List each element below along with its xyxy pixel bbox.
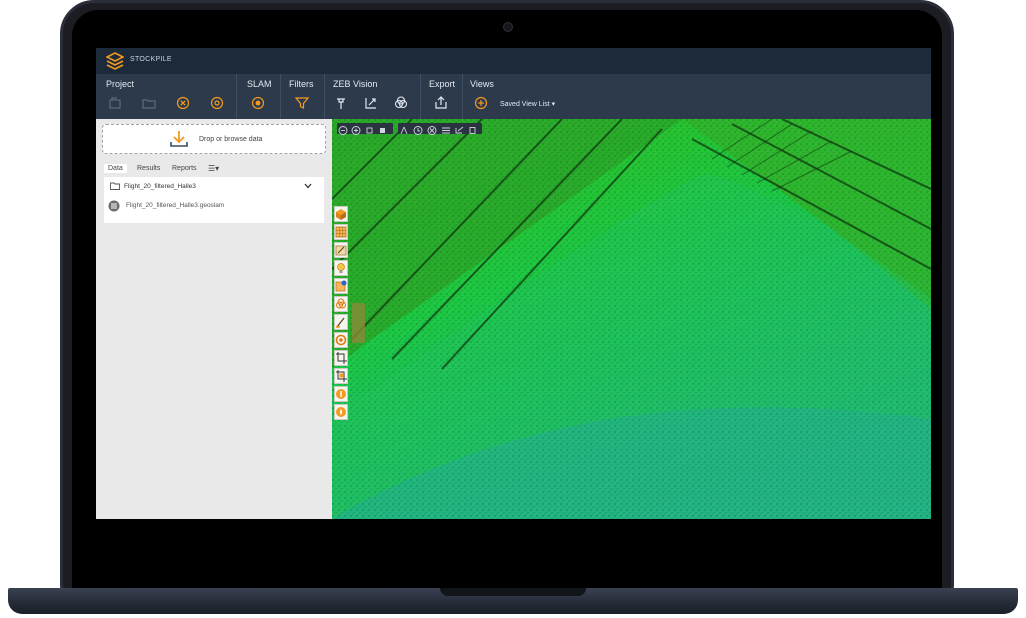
saved-view-label: Saved View List (500, 101, 550, 108)
drop-label: Drop or browse data (199, 136, 263, 143)
crop-colorize-icon[interactable] (364, 96, 378, 110)
tab-reports[interactable]: Reports (172, 165, 197, 172)
view-toolbar (337, 123, 393, 136)
group-title-zeb-vision: ZEB Vision (333, 79, 378, 89)
color-mode-icon[interactable] (334, 296, 348, 312)
slam-process-icon[interactable] (251, 96, 265, 110)
group-title-export: Export (429, 79, 456, 89)
chevron-down-icon: ▾ (551, 101, 556, 108)
ribbon-group-filters: Filters (280, 74, 325, 119)
data-panel: Drop or browse data Data Results Reports… (96, 119, 332, 519)
data-tree: Flight_20_filtered_Halle3 Flight_20_filt… (104, 177, 324, 223)
cube-view-icon[interactable] (334, 206, 348, 222)
tree-file[interactable]: Flight_20_filtered_Halle3.geoslam (126, 202, 224, 209)
measure-tools-icon[interactable] (398, 125, 482, 136)
folder-icon (110, 182, 120, 190)
grid-icon[interactable] (334, 224, 348, 240)
compass-icon[interactable] (334, 404, 348, 420)
open-folder-icon[interactable] (142, 96, 156, 110)
app-window: STOCKPILE Project SLAM Filters ZEB Visio… (96, 48, 931, 519)
ribbon-group-views: Views Saved View List ▾ (462, 74, 931, 119)
measure-toolbar (398, 123, 482, 136)
clip-box-icon[interactable] (334, 278, 348, 294)
chevron-down-icon[interactable] (304, 182, 312, 190)
pointcloud-file-icon (108, 200, 120, 212)
add-view-icon[interactable] (474, 96, 488, 110)
filter-icon[interactable] (295, 96, 309, 110)
crop-icon[interactable] (334, 350, 348, 366)
ribbon-toolbar: Project SLAM Filters ZEB Vision Export V… (96, 74, 931, 119)
ribbon-group-zeb-vision: ZEB Vision (324, 74, 421, 119)
camera (503, 22, 513, 32)
group-title-filters: Filters (289, 79, 314, 89)
stockpile-logo-icon (106, 52, 124, 70)
download-icon (170, 131, 188, 147)
ribbon-group-export: Export (420, 74, 463, 119)
tab-data[interactable]: Data (104, 164, 127, 173)
color-blend-icon[interactable] (394, 96, 408, 110)
export-icon[interactable] (434, 96, 448, 110)
list-menu-icon[interactable]: ☰▾ (208, 164, 219, 173)
zoom-controls-icon[interactable] (337, 125, 393, 136)
app-name: STOCKPILE (130, 56, 172, 63)
title-bar: STOCKPILE (96, 48, 931, 74)
group-title-views: Views (470, 79, 494, 89)
info-icon[interactable] (334, 386, 348, 402)
close-project-icon[interactable] (176, 96, 190, 110)
new-project-icon[interactable] (108, 96, 122, 110)
lightbulb-icon[interactable] (334, 260, 348, 276)
tab-results[interactable]: Results (137, 165, 160, 172)
laptop-notch (440, 588, 586, 596)
saved-view-dropdown[interactable]: Saved View List ▾ (500, 100, 555, 108)
ring-target-icon[interactable] (334, 332, 348, 348)
group-title-slam: SLAM (247, 79, 272, 89)
collapse-handle[interactable] (352, 303, 365, 343)
group-title-project: Project (106, 79, 135, 89)
drop-zone[interactable]: Drop or browse data (102, 124, 326, 154)
pin-icon[interactable] (334, 96, 348, 110)
ribbon-group-slam: SLAM (236, 74, 281, 119)
settings-icon[interactable] (210, 96, 224, 110)
side-toolstrip (334, 206, 349, 422)
pointcloud-viewport[interactable] (332, 119, 931, 519)
pointcloud-render (332, 119, 931, 519)
brush-icon[interactable] (334, 314, 348, 330)
tree-folder[interactable]: Flight_20_filtered_Halle3 (124, 183, 196, 190)
ribbon-group-project: Project (96, 74, 237, 119)
crop-box-icon[interactable] (334, 368, 348, 384)
annotate-icon[interactable] (334, 242, 348, 258)
